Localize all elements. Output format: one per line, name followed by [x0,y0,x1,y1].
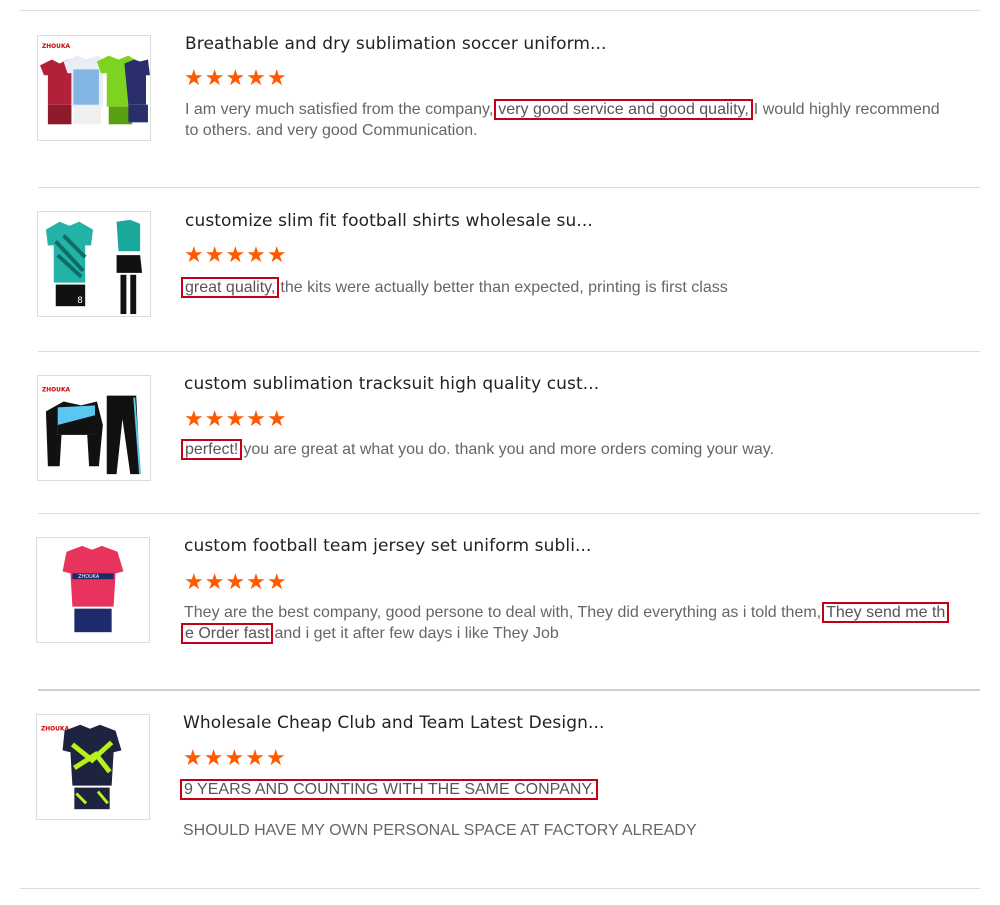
rating-stars: ★★★★★ [184,569,288,594]
review-highlight: 9 YEARS AND COUNTING WITH THE SAME CONPA… [180,779,599,800]
product-thumbnail[interactable]: ZHOUKA [36,537,150,643]
review-text-before: They are the best company, good persone … [184,604,822,621]
bottom-divider [20,888,980,889]
tracksuit-image: ZHOUKA [42,388,142,475]
review-text-after: and i get it after few days i like They … [274,625,559,642]
review-text-after: I would highly recommend [753,101,940,118]
top-divider [20,10,980,11]
review-text-before: I am very much satisfied from the compan… [185,101,494,118]
row-divider [38,513,980,514]
review-text: great quality, the kits were actually bet… [180,277,970,298]
review-text-after: you are great at what you do. thank you … [243,441,775,458]
product-title[interactable]: Wholesale Cheap Club and Team Latest Des… [183,713,604,733]
review-highlight: They send me th [822,602,950,623]
product-thumbnail[interactable]: ZHOUKA [37,375,151,481]
review-highlight: very good service and good quality, [494,99,753,120]
brand-logo-text: ZHOUKA [42,44,70,50]
rating-stars: ★★★★★ [184,242,288,267]
product-thumbnail[interactable]: ZHOUKA [36,714,150,820]
rating-stars: ★★★★★ [184,65,288,90]
review-text: I am very much satisfied from the compan… [185,99,965,141]
review-text-after: the kits were actually better than expec… [280,279,728,296]
football-jersey-image: ZHOUKA [62,545,124,633]
row-divider [38,187,980,188]
review-highlight: great quality, [181,277,280,298]
review-text-line2: to others. and very good Communication. [185,122,478,139]
soccer-uniform-image: ZHOUKA [40,44,150,125]
football-shirt-image: 8 [45,219,143,315]
row-divider [38,351,980,352]
rating-stars: ★★★★★ [184,406,288,431]
product-thumbnail[interactable]: 8 [37,211,151,317]
review-text: 9 YEARS AND COUNTING WITH THE SAME CONPA… [179,779,969,800]
review-highlight-continued: e Order fast [181,623,274,644]
row-divider [38,689,980,691]
team-jersey-image: ZHOUKA [41,724,122,810]
rating-stars: ★★★★★ [183,745,287,770]
review-text: They are the best company, good persone … [181,602,974,644]
product-title[interactable]: Breathable and dry sublimation soccer un… [185,34,607,54]
brand-logo-text: ZHOUKA [42,388,70,394]
brand-logo-text: ZHOUKA [78,574,100,580]
svg-text:8: 8 [77,296,83,306]
product-thumbnail[interactable]: ZHOUKA [37,35,151,141]
review-text: perfect! you are great at what you do. th… [180,439,970,460]
review-highlight: perfect! [181,439,243,460]
review-text-line2: SHOULD HAVE MY OWN PERSONAL SPACE AT FAC… [183,822,697,839]
product-title[interactable]: customize slim fit football shirts whole… [185,211,593,231]
product-title[interactable]: custom football team jersey set uniform … [184,536,592,556]
product-title[interactable]: custom sublimation tracksuit high qualit… [184,374,599,394]
